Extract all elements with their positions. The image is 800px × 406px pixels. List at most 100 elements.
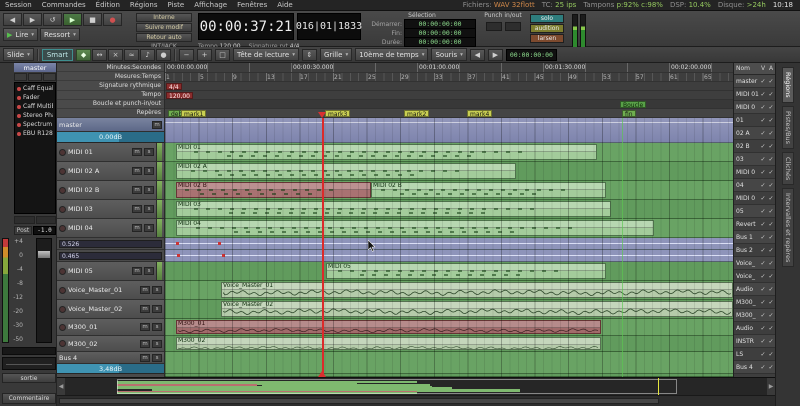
track-header-midi-04[interactable]: MIDI 04ms [57, 219, 164, 238]
active-checkbox[interactable]: ✓ [767, 286, 775, 293]
active-checkbox[interactable]: ✓ [767, 351, 775, 358]
track-header-voice-master-01[interactable]: Voice_Master_01ms [57, 281, 164, 300]
visible-checkbox[interactable]: ✓ [759, 247, 767, 254]
panel-row-m300[interactable]: M300_✓✓ [734, 309, 775, 322]
panel-row-audio[interactable]: Audio✓✓ [734, 322, 775, 335]
visible-checkbox[interactable]: ✓ [759, 299, 767, 306]
active-checkbox[interactable]: ✓ [767, 130, 775, 137]
ruler-lane-minsec[interactable]: 00:00:00.00000:00:30.00000:01:00.00000:0… [165, 63, 733, 73]
active-checkbox[interactable]: ✓ [767, 221, 775, 228]
solo-button[interactable]: s [152, 323, 162, 331]
retour-auto-button[interactable]: Retour auto [136, 33, 192, 42]
visible-checkbox[interactable]: ✓ [759, 325, 767, 332]
meter-point-button[interactable]: Post [14, 226, 32, 235]
processor-box[interactable]: Caff EqualizFaderCaff MultibStereo PhaSp… [14, 82, 56, 214]
active-checkbox[interactable]: ✓ [767, 143, 775, 150]
punch-in-button[interactable] [486, 22, 502, 31]
menu-session[interactable]: Session [0, 1, 37, 9]
mute-button[interactable]: m [140, 305, 150, 313]
visible-checkbox[interactable]: ✓ [759, 273, 767, 280]
larsen-indicator[interactable]: larsen [530, 34, 564, 43]
side-tab-intervalles-et-reperes[interactable]: Intervalles et repères [782, 188, 794, 267]
visible-checkbox[interactable]: ✓ [759, 312, 767, 319]
active-checkbox[interactable]: ✓ [767, 78, 775, 85]
menu-affichage[interactable]: Affichage [189, 1, 232, 9]
region-voice-master-01[interactable]: Voice_Master_01 [221, 282, 733, 298]
active-checkbox[interactable]: ✓ [767, 260, 775, 267]
record-arm-button[interactable] [59, 287, 66, 294]
panel-row-bus-4[interactable]: Bus 4✓✓ [734, 361, 775, 374]
zoom-focus-combo[interactable]: Tête de lecture ▾ [233, 48, 299, 61]
region-m300-02[interactable]: M300_02 [176, 337, 601, 350]
side-tab-pistes-bus[interactable]: Pistes/Bus [782, 106, 794, 149]
visible-checkbox[interactable]: ✓ [759, 338, 767, 345]
panel-row-midi-0[interactable]: MIDI 0✓✓ [734, 166, 775, 179]
visible-checkbox[interactable]: ✓ [759, 364, 767, 371]
visible-checkbox[interactable]: ✓ [759, 104, 767, 111]
solo-button[interactable]: s [144, 267, 154, 275]
audition-indicator[interactable]: audition [530, 24, 564, 33]
automation-point[interactable] [176, 242, 179, 245]
panel-row-midi-01[interactable]: MIDI 01✓✓ [734, 88, 775, 101]
gain-display[interactable]: -1.0 [33, 226, 56, 235]
processor-spectrum-a[interactable]: Spectrum A [15, 120, 55, 129]
panel-row-01[interactable]: 01✓✓ [734, 114, 775, 127]
visible-checkbox[interactable]: ✓ [759, 221, 767, 228]
marker-mark3[interactable]: mark3 [325, 110, 350, 117]
active-checkbox[interactable]: ✓ [767, 104, 775, 111]
visible-checkbox[interactable]: ✓ [759, 208, 767, 215]
record-enable-button[interactable] [43, 73, 56, 81]
visible-checkbox[interactable]: ✓ [759, 351, 767, 358]
gain-fader[interactable] [36, 238, 52, 343]
active-checkbox[interactable]: ✓ [767, 169, 775, 176]
track-header-m300-02[interactable]: M300_02ms [57, 336, 164, 352]
loop-marker[interactable]: Boucle [620, 101, 646, 108]
record-arm-button[interactable] [59, 340, 66, 347]
record-arm-button[interactable] [59, 206, 66, 213]
region-voice-master-02[interactable]: Voice_Master_02 [221, 301, 733, 317]
track-header-m300-01[interactable]: M300_01ms [57, 319, 164, 336]
track-header-midi-02-b[interactable]: MIDI 02 Bms [57, 181, 164, 200]
tool-grab-button[interactable]: ◆ [76, 49, 91, 61]
interne-button[interactable]: Interne [136, 13, 192, 22]
processor-caff-equaliz[interactable]: Caff Equaliz [15, 84, 55, 93]
menu-fenetres[interactable]: Fenêtres [232, 1, 272, 9]
active-checkbox[interactable]: ✓ [767, 312, 775, 319]
automation-lane-header[interactable]: 0.465 [57, 250, 164, 262]
panel-row-05[interactable]: 05✓✓ [734, 205, 775, 218]
mute-button[interactable]: m [140, 323, 150, 331]
processor-ebu-r128-m[interactable]: EBU R128 M [15, 129, 55, 138]
record-arm-button[interactable] [59, 324, 66, 331]
active-checkbox[interactable]: ✓ [767, 195, 775, 202]
automation-lane-row[interactable] [165, 250, 733, 262]
zoom-out-button[interactable]: − [179, 49, 194, 61]
marker-mark4[interactable]: mark4 [467, 110, 492, 117]
edit-mode-combo[interactable]: Slide ▾ [3, 48, 34, 61]
track-row-midi-05[interactable]: MIDI 05 [165, 262, 733, 281]
stop-button[interactable]: ■ [83, 13, 102, 26]
marker-fin[interactable]: fin [622, 110, 636, 117]
visible-checkbox[interactable]: ✓ [759, 169, 767, 176]
track-row-bus-4[interactable] [165, 352, 733, 374]
secondary-clock[interactable]: 016|01|1833 [297, 13, 361, 40]
active-checkbox[interactable]: ✓ [767, 247, 775, 254]
panel-row-04[interactable]: 04✓✓ [734, 179, 775, 192]
panner[interactable] [2, 357, 56, 370]
visible-checkbox[interactable]: ✓ [759, 195, 767, 202]
mute-button[interactable]: m [132, 205, 142, 213]
mute-button[interactable]: m [132, 224, 142, 232]
processor-stereo-pha[interactable]: Stereo Pha [15, 111, 55, 120]
midi-scroomer[interactable] [156, 262, 162, 280]
automation-value-slider[interactable]: 0.465 [59, 252, 162, 260]
play-button[interactable]: ▶ [63, 13, 82, 26]
active-checkbox[interactable]: ✓ [767, 234, 775, 241]
mute-button[interactable]: m [132, 186, 142, 194]
active-checkbox[interactable]: ✓ [767, 156, 775, 163]
selection-clock[interactable]: 00:00:00:00 [404, 37, 476, 47]
edit-point-combo[interactable]: Souris ▾ [431, 48, 466, 61]
zoom-in-button[interactable]: + [197, 49, 212, 61]
mute-button[interactable]: m [140, 354, 150, 362]
track-header-bus-4[interactable]: Bus 4ms [57, 352, 164, 364]
track-header-midi-05[interactable]: MIDI 05ms [57, 262, 164, 281]
fader-handle[interactable] [38, 251, 50, 258]
